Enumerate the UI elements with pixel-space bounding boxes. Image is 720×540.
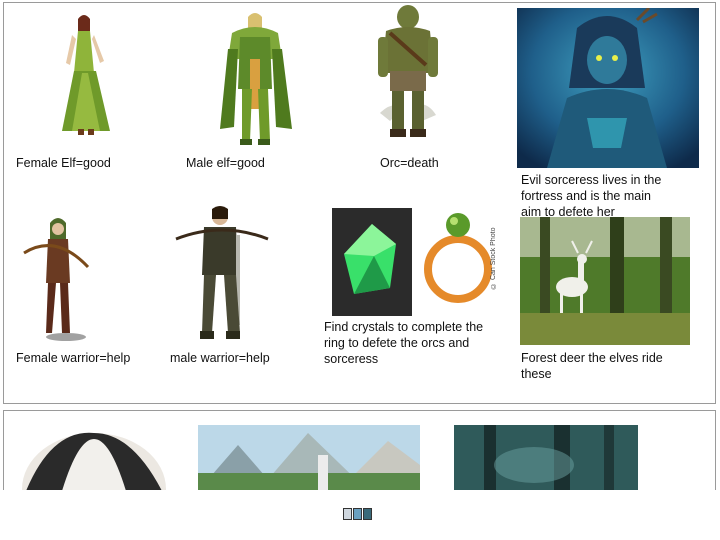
thumbnail-3[interactable]: [363, 508, 372, 520]
evil-sorceress-image: [517, 8, 699, 168]
ring-image: [418, 205, 498, 313]
caption-crystals: Find crystals to complete the ring to de…: [324, 320, 484, 366]
stock-watermark: © Can Stock Photo: [490, 227, 497, 289]
badger-image: [22, 432, 166, 490]
forest-deer-image: [520, 217, 690, 345]
caption-deer: Forest deer the elves ride these: [521, 351, 663, 381]
slide-1[interactable]: Female Elf=good Male elf=good Orc=death: [3, 2, 716, 404]
caption-female-warrior: Female warrior=help: [16, 351, 131, 365]
slide-2[interactable]: [3, 410, 716, 490]
male-warrior-image: [175, 206, 269, 339]
caption-male-warrior: male warrior=help: [170, 351, 270, 365]
caption-sorceress: Evil sorceress lives in the fortress and…: [521, 173, 662, 219]
misty-forest-image: [454, 425, 638, 490]
male-elf-image: [220, 13, 292, 145]
fantasy-city-image: [198, 425, 420, 490]
female-elf-image: [62, 15, 110, 135]
thumbnail-1[interactable]: [343, 508, 352, 520]
thumbnail-2[interactable]: [353, 508, 362, 520]
caption-female-elf: Female Elf=good: [16, 156, 111, 170]
female-warrior-image: [23, 218, 90, 341]
orc-image: [378, 5, 438, 137]
thumbnail-strip-icon[interactable]: [343, 508, 373, 520]
caption-orc: Orc=death: [380, 156, 439, 170]
caption-male-elf: Male elf=good: [186, 156, 265, 170]
crystal-image: [332, 208, 412, 316]
